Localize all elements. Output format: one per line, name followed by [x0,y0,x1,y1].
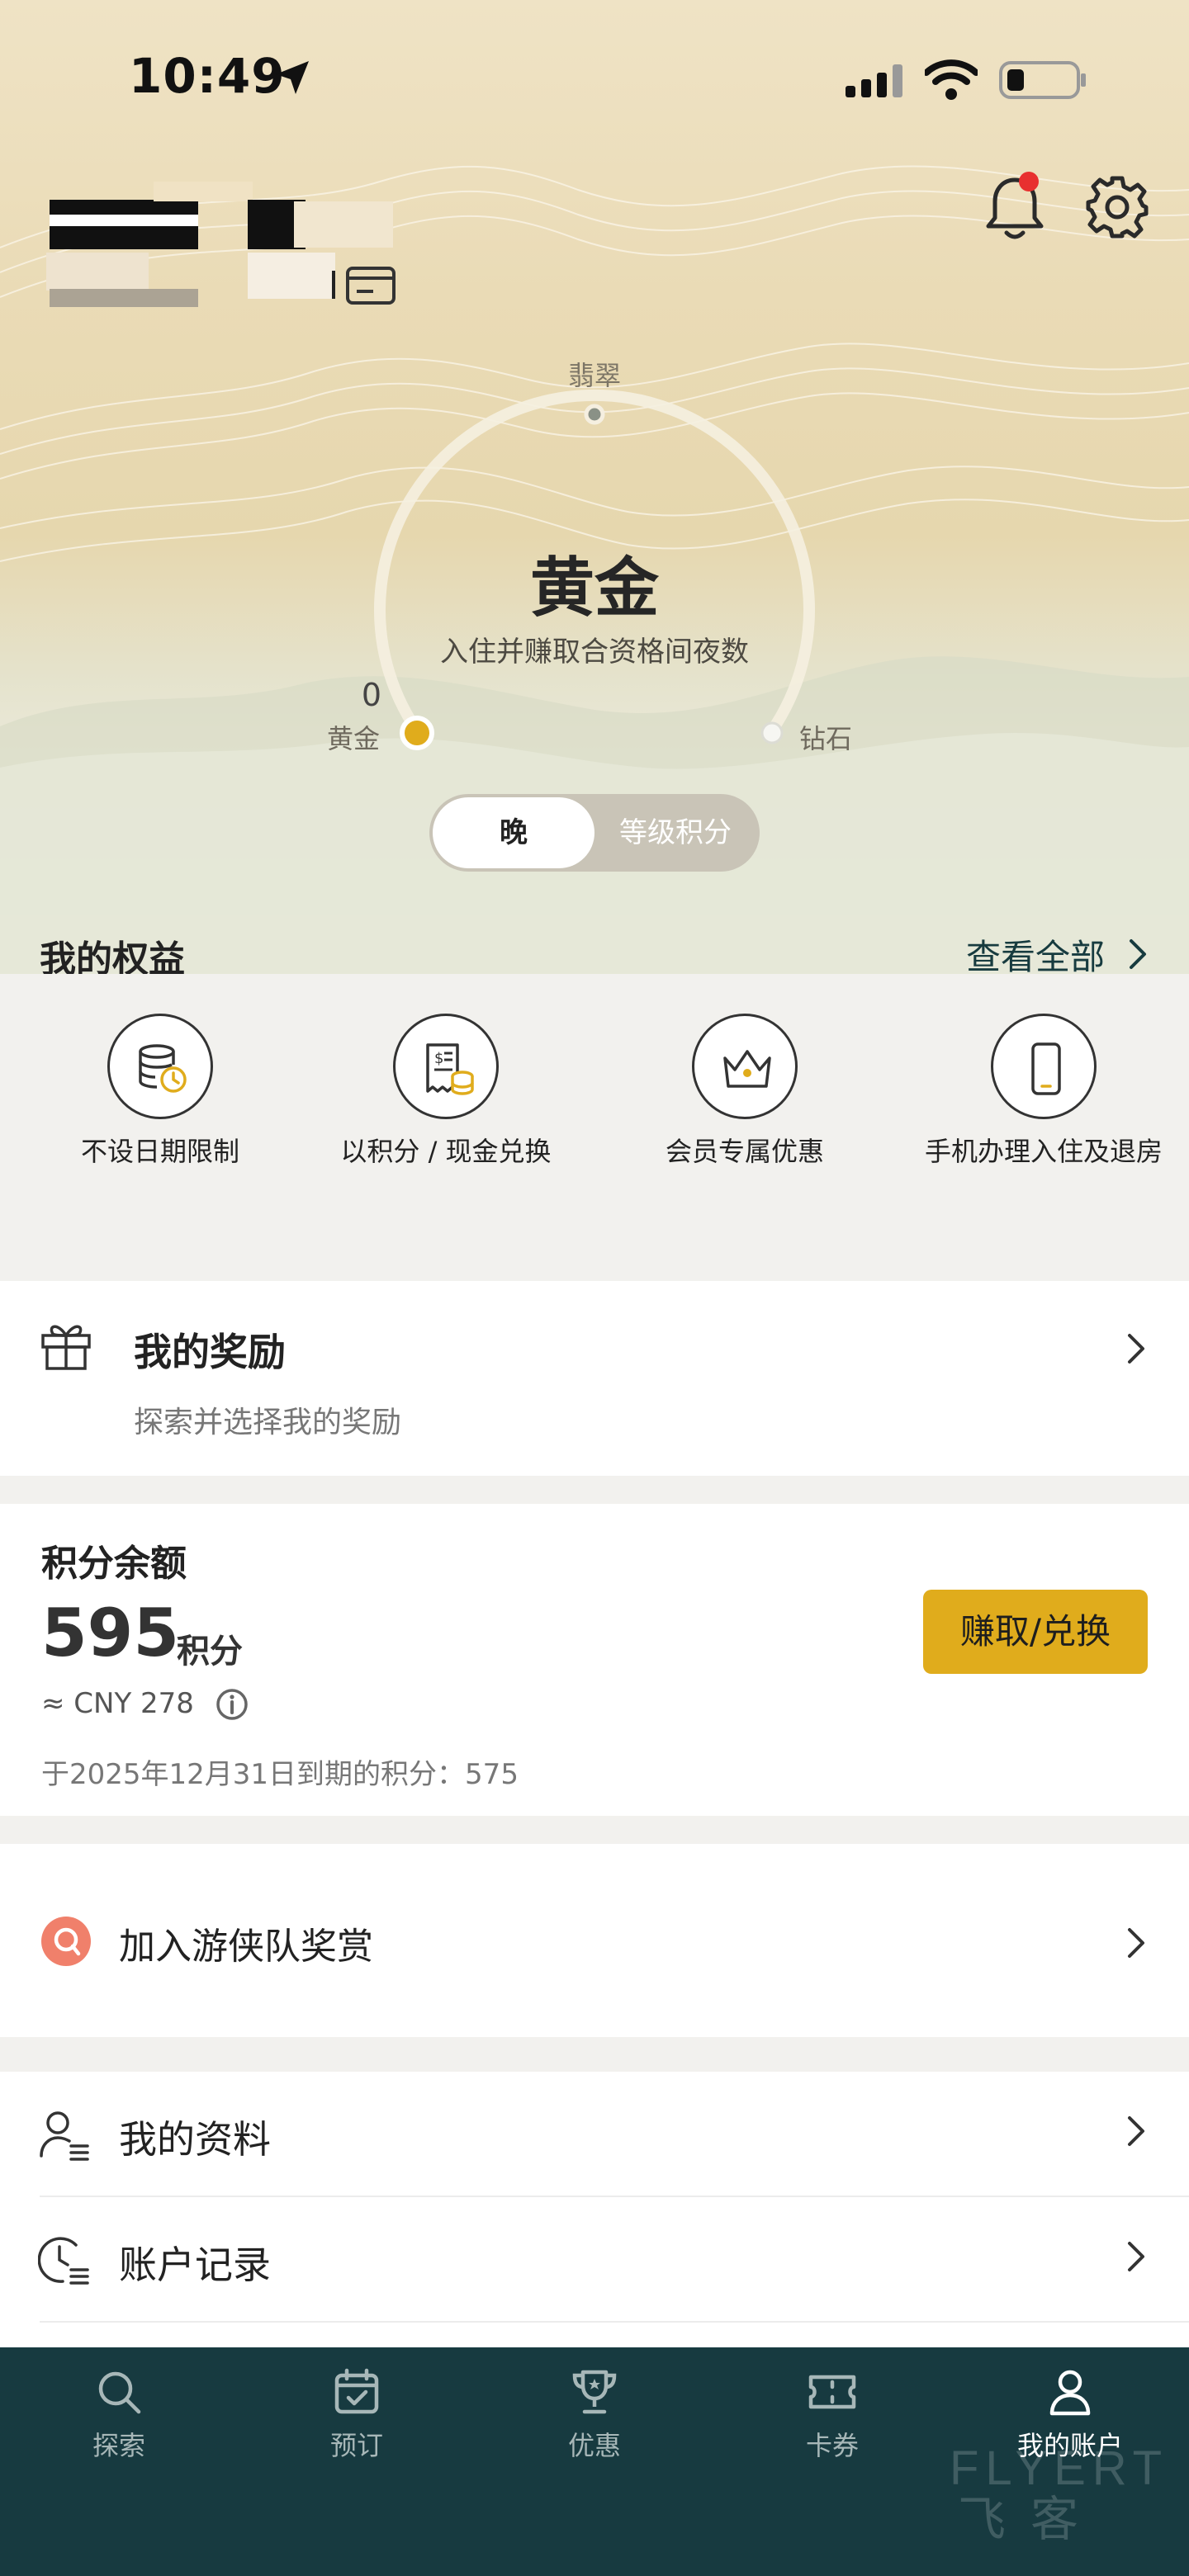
chevron-right-icon[interactable] [1126,1332,1146,1365]
gauge-marker-left [400,716,434,750]
gauge-marker-right [760,721,784,744]
toggle-tier-points[interactable]: 等级积分 [594,797,756,868]
metric-toggle[interactable]: 晚 等级积分 [429,794,760,872]
gauge-marker-top [584,404,605,425]
rewards-title: 我的奖励 [134,1330,286,1374]
watermark-line1: FLYERT [950,2441,1169,2495]
ticket-icon [808,2375,856,2409]
chevron-right-icon[interactable] [1126,2115,1146,2148]
tab-explore[interactable]: 探索 [36,2367,201,2463]
points-expiry: 于2025年12月31日到期的积分：575 [41,1758,519,1791]
toggle-nights[interactable]: 晚 [433,797,594,868]
chevron-right-icon[interactable] [1126,1926,1146,1959]
notification-badge [1019,172,1039,191]
benefit-label: 手机办理入住及退房 [924,1136,1163,1167]
location-arrow-icon [276,61,309,94]
rewards-subtitle: 探索并选择我的奖励 [134,1406,402,1439]
menu-item-label: 账户记录 [119,2243,271,2287]
benefit-label: 以积分 / 现金兑换 [340,1136,552,1167]
benefit-icon-circle [107,1014,213,1119]
benefit-label: 会员专属优惠 [665,1136,824,1167]
status-time: 10:49 [129,48,286,104]
cellular-signal-icon [846,64,902,97]
tab-label: 优惠 [567,2430,621,2461]
watermark-line2: 飞客 [958,2493,1104,2546]
hero-section: 10:49 翡翠 黄金 入住并赚取合资格间夜数 0 黄金 钻石 晚 等级积分 我… [0,0,1189,974]
history-icon [38,2237,89,2285]
menu-item-label: 我的资料 [119,2117,271,2162]
gear-icon[interactable] [1085,175,1149,239]
gauge-start-label: 黄金 [327,723,381,754]
my-rewards-card[interactable]: 我的奖励 探索并选择我的奖励 [0,1281,1189,1476]
divider [40,2321,1189,2323]
tab-label: 探索 [92,2430,145,2461]
person-icon [1049,2370,1091,2416]
tab-vouchers[interactable]: 卡券 [750,2367,915,2463]
points-unit: 积分 [177,1633,243,1671]
chevron-right-icon[interactable] [1128,938,1148,971]
tab-booking[interactable]: 预订 [274,2367,439,2463]
points-title: 积分余额 [41,1543,187,1585]
calendar-check-icon [334,2368,379,2414]
benefits-title: 我的权益 [40,938,185,974]
member-card-icon[interactable] [345,266,396,305]
menu-item-profile[interactable]: 我的资料 [0,2072,1189,2196]
search-icon [98,2371,141,2414]
menu-item-history[interactable]: 账户记录 [0,2197,1189,2321]
status-bar: 10:49 [0,0,1189,157]
points-value: 595 [41,1595,179,1671]
ranger-logo-icon [41,1917,91,1966]
benefit-icon-circle [991,1014,1097,1119]
benefit-label: 不设日期限制 [80,1136,239,1167]
tab-label: 预订 [329,2430,383,2461]
current-tier-title: 黄金 [529,551,659,626]
chevron-right-icon[interactable] [1126,2240,1146,2273]
next-tier-label: 翡翠 [567,360,621,391]
benefit-icon-circle: $ [393,1014,499,1119]
tier-subtitle: 入住并赚取合资格间夜数 [440,636,749,669]
info-icon[interactable] [215,1687,249,1722]
account-menu-card: 我的资料 账户记录 [0,2072,1189,2349]
points-cny-value: ≈ CNY 278 [41,1687,194,1720]
mobile-phone-icon [1031,1042,1061,1095]
svg-text:$: $ [434,1050,443,1067]
tab-offers[interactable]: 优惠 [512,2367,677,2463]
tab-label: 卡券 [805,2430,859,2461]
benefit-icon-circle [692,1014,798,1119]
ranger-title: 加入游侠队奖赏 [119,1926,373,1968]
crown-icon [723,1050,771,1088]
database-clock-icon [139,1044,187,1093]
points-balance-card: 积分余额 595 积分 ≈ CNY 278 于2025年12月31日到期的积分：… [0,1504,1189,1816]
gift-icon [41,1325,91,1370]
watermark: FLYERT 飞客 [950,2443,1181,2545]
wifi-icon [925,59,978,100]
trophy-icon [572,2370,617,2414]
profile-icon [40,2111,89,2161]
receipt-coins-icon: $ [426,1043,474,1095]
join-ranger-card[interactable]: 加入游侠队奖赏 [0,1844,1189,2037]
earn-redeem-button[interactable]: 赚取/兑换 [923,1590,1148,1674]
progress-value: 0 [361,677,382,713]
view-all-benefits-link[interactable]: 查看全部 [966,929,1105,974]
gauge-end-label: 钻石 [799,723,853,754]
battery-icon [999,61,1086,99]
